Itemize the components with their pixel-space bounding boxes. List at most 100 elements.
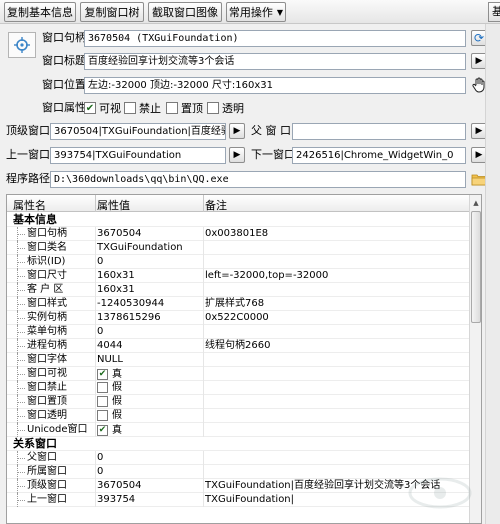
table-row[interactable]: 窗口禁止 假 xyxy=(7,381,469,395)
table-row[interactable]: 窗口可视 ✔ 真 xyxy=(7,367,469,381)
property-value[interactable]: 160x31 xyxy=(97,283,197,296)
property-value[interactable]: -1240530944 xyxy=(97,297,197,310)
disabled-checkbox[interactable]: 禁止 xyxy=(124,101,161,115)
prev-window-field[interactable]: 393754|TXGuiFoundation xyxy=(50,147,226,164)
visible-checkbox[interactable]: ✔ 可视 xyxy=(84,101,121,115)
tree-connector xyxy=(17,395,25,409)
property-value[interactable]: 3670504 xyxy=(97,227,197,240)
property-value[interactable]: ✔ 真 xyxy=(97,423,197,437)
top-window-label: 顶级窗口 xyxy=(6,124,50,137)
checkbox-box[interactable] xyxy=(97,396,108,407)
position-field[interactable]: 左边:-32000 顶边:-32000 尺寸:160x31 xyxy=(84,77,466,94)
tree-connector xyxy=(17,283,25,297)
property-value[interactable]: 0 xyxy=(97,255,197,268)
table-row[interactable]: 窗口尺寸 160x31 left=-32000,top=-32000 xyxy=(7,269,469,283)
section-title: 关系窗口 xyxy=(13,437,57,450)
parent-field[interactable] xyxy=(292,123,466,140)
tree-connector xyxy=(17,423,25,437)
table-row[interactable]: 窗口类名 TXGuiFoundation xyxy=(7,241,469,255)
window-finder-icon[interactable] xyxy=(8,32,36,58)
grid-header: 属性名 属性值 备注 xyxy=(7,195,469,212)
table-row[interactable]: Unicode窗口 ✔ 真 xyxy=(7,423,469,437)
table-row[interactable]: 上一窗口 393754 TXGuiFoundation| xyxy=(7,493,469,507)
property-value[interactable]: 3670504 xyxy=(97,479,197,492)
tree-connector xyxy=(17,255,25,269)
next-window-field[interactable]: 2426516|Chrome_WidgetWin_0 xyxy=(292,147,466,164)
tree-connector xyxy=(17,227,25,241)
table-row[interactable]: 客 户 区 160x31 xyxy=(7,283,469,297)
top-window-arrow-button[interactable]: ▶ xyxy=(229,123,245,139)
table-row[interactable]: 所属窗口 0 xyxy=(7,465,469,479)
section-title: 基本信息 xyxy=(13,213,57,226)
property-name: 窗口字体 xyxy=(27,354,67,365)
header-value: 属性值 xyxy=(97,199,130,212)
property-note: left=-32000,top=-32000 xyxy=(205,270,329,281)
play-arrow-icon: ▶ xyxy=(475,126,483,136)
property-value[interactable]: 0 xyxy=(97,325,197,338)
edge-button[interactable]: 基 xyxy=(488,2,500,22)
grid-section-row[interactable]: 基本信息 xyxy=(7,213,469,227)
grid-rows: 基本信息 窗口句柄 3670504 0x003801E8 窗口类名 TXGuiFounda… xyxy=(7,213,469,507)
path-field[interactable]: D:\360downloads\qq\bin\QQ.exe xyxy=(50,171,466,188)
property-value[interactable]: 4044 xyxy=(97,339,197,352)
table-row[interactable]: 窗口句柄 3670504 0x003801E8 xyxy=(7,227,469,241)
table-row[interactable]: 窗口透明 假 xyxy=(7,409,469,423)
table-row[interactable]: 窗口字体 NULL xyxy=(7,353,469,367)
table-row[interactable]: 父窗口 0 xyxy=(7,451,469,465)
tree-connector xyxy=(17,325,25,339)
transparent-checkbox[interactable]: 透明 xyxy=(207,101,244,115)
checkbox-box[interactable] xyxy=(97,382,108,393)
table-row[interactable]: 菜单句柄 0 xyxy=(7,325,469,339)
property-value[interactable]: TXGuiFoundation xyxy=(97,241,197,254)
grid-section-row[interactable]: 关系窗口 xyxy=(7,437,469,451)
property-grid: 属性名 属性值 备注 基本信息 窗口句柄 3670504 0x003801E8 窗口类名… xyxy=(6,194,482,524)
property-value[interactable]: 0 xyxy=(97,451,197,464)
copy-basic-info-button[interactable]: 复制基本信息 xyxy=(4,2,76,22)
tree-connector xyxy=(17,479,25,493)
property-name: 标识(ID) xyxy=(27,256,66,267)
tree-connector xyxy=(17,311,25,325)
property-value[interactable]: ✔ 真 xyxy=(97,367,197,381)
property-value[interactable]: 0 xyxy=(97,465,197,478)
table-row[interactable]: 窗口样式 -1240530944 扩展样式768 xyxy=(7,297,469,311)
table-row[interactable]: 窗口置顶 假 xyxy=(7,395,469,409)
chevron-down-icon: ▼ xyxy=(276,7,284,17)
check-icon[interactable]: ✔ xyxy=(97,425,108,436)
property-value[interactable]: 160x31 xyxy=(97,269,197,282)
property-value[interactable]: 393754 xyxy=(97,493,197,506)
tree-connector xyxy=(17,381,25,395)
disabled-label: 禁止 xyxy=(139,102,161,115)
checkbox-box xyxy=(166,102,178,114)
title-field[interactable]: 百度经验回享计划交流等3个会话 xyxy=(84,53,466,70)
play-arrow-icon: ▶ xyxy=(233,150,241,160)
topmost-checkbox[interactable]: 置顶 xyxy=(166,101,203,115)
scroll-up-icon[interactable]: ▲ xyxy=(470,196,481,209)
scrollbar-thumb[interactable] xyxy=(471,211,481,323)
property-name: 窗口可视 xyxy=(27,368,67,379)
vertical-scrollbar[interactable]: ▲ xyxy=(469,195,481,523)
checkbox-box xyxy=(207,102,219,114)
property-value[interactable]: 1378615296 xyxy=(97,311,197,324)
property-name: 父窗口 xyxy=(27,452,57,463)
tree-connector xyxy=(17,353,25,367)
common-ops-dropdown[interactable]: 常用操作 ▼ xyxy=(226,2,286,22)
capture-window-image-button[interactable]: 截取窗口图像 xyxy=(148,2,222,22)
top-window-field[interactable]: 3670504|TXGuiFoundation|百度经验回 xyxy=(50,123,226,140)
property-value[interactable]: NULL xyxy=(97,353,197,366)
handle-field[interactable]: 3670504 (TXGuiFoundation) xyxy=(84,30,466,47)
property-name: 窗口禁止 xyxy=(27,382,67,393)
property-name: 所属窗口 xyxy=(27,466,67,477)
check-icon[interactable]: ✔ xyxy=(97,369,108,380)
table-row[interactable]: 实例句柄 1378615296 0x522C0000 xyxy=(7,311,469,325)
header-note: 备注 xyxy=(205,199,227,212)
tree-connector xyxy=(17,297,25,311)
checkbox-box[interactable] xyxy=(97,410,108,421)
copy-window-tree-button[interactable]: 复制窗口树 xyxy=(80,2,144,22)
property-name: 实例句柄 xyxy=(27,312,67,323)
table-row[interactable]: 进程句柄 4044 线程句柄2660 xyxy=(7,339,469,353)
property-note: 0x522C0000 xyxy=(205,312,269,323)
tree-connector xyxy=(17,451,25,465)
prev-window-arrow-button[interactable]: ▶ xyxy=(229,147,245,163)
table-row[interactable]: 顶级窗口 3670504 TXGuiFoundation|百度经验回享计划交流等3个… xyxy=(7,479,469,493)
table-row[interactable]: 标识(ID) 0 xyxy=(7,255,469,269)
